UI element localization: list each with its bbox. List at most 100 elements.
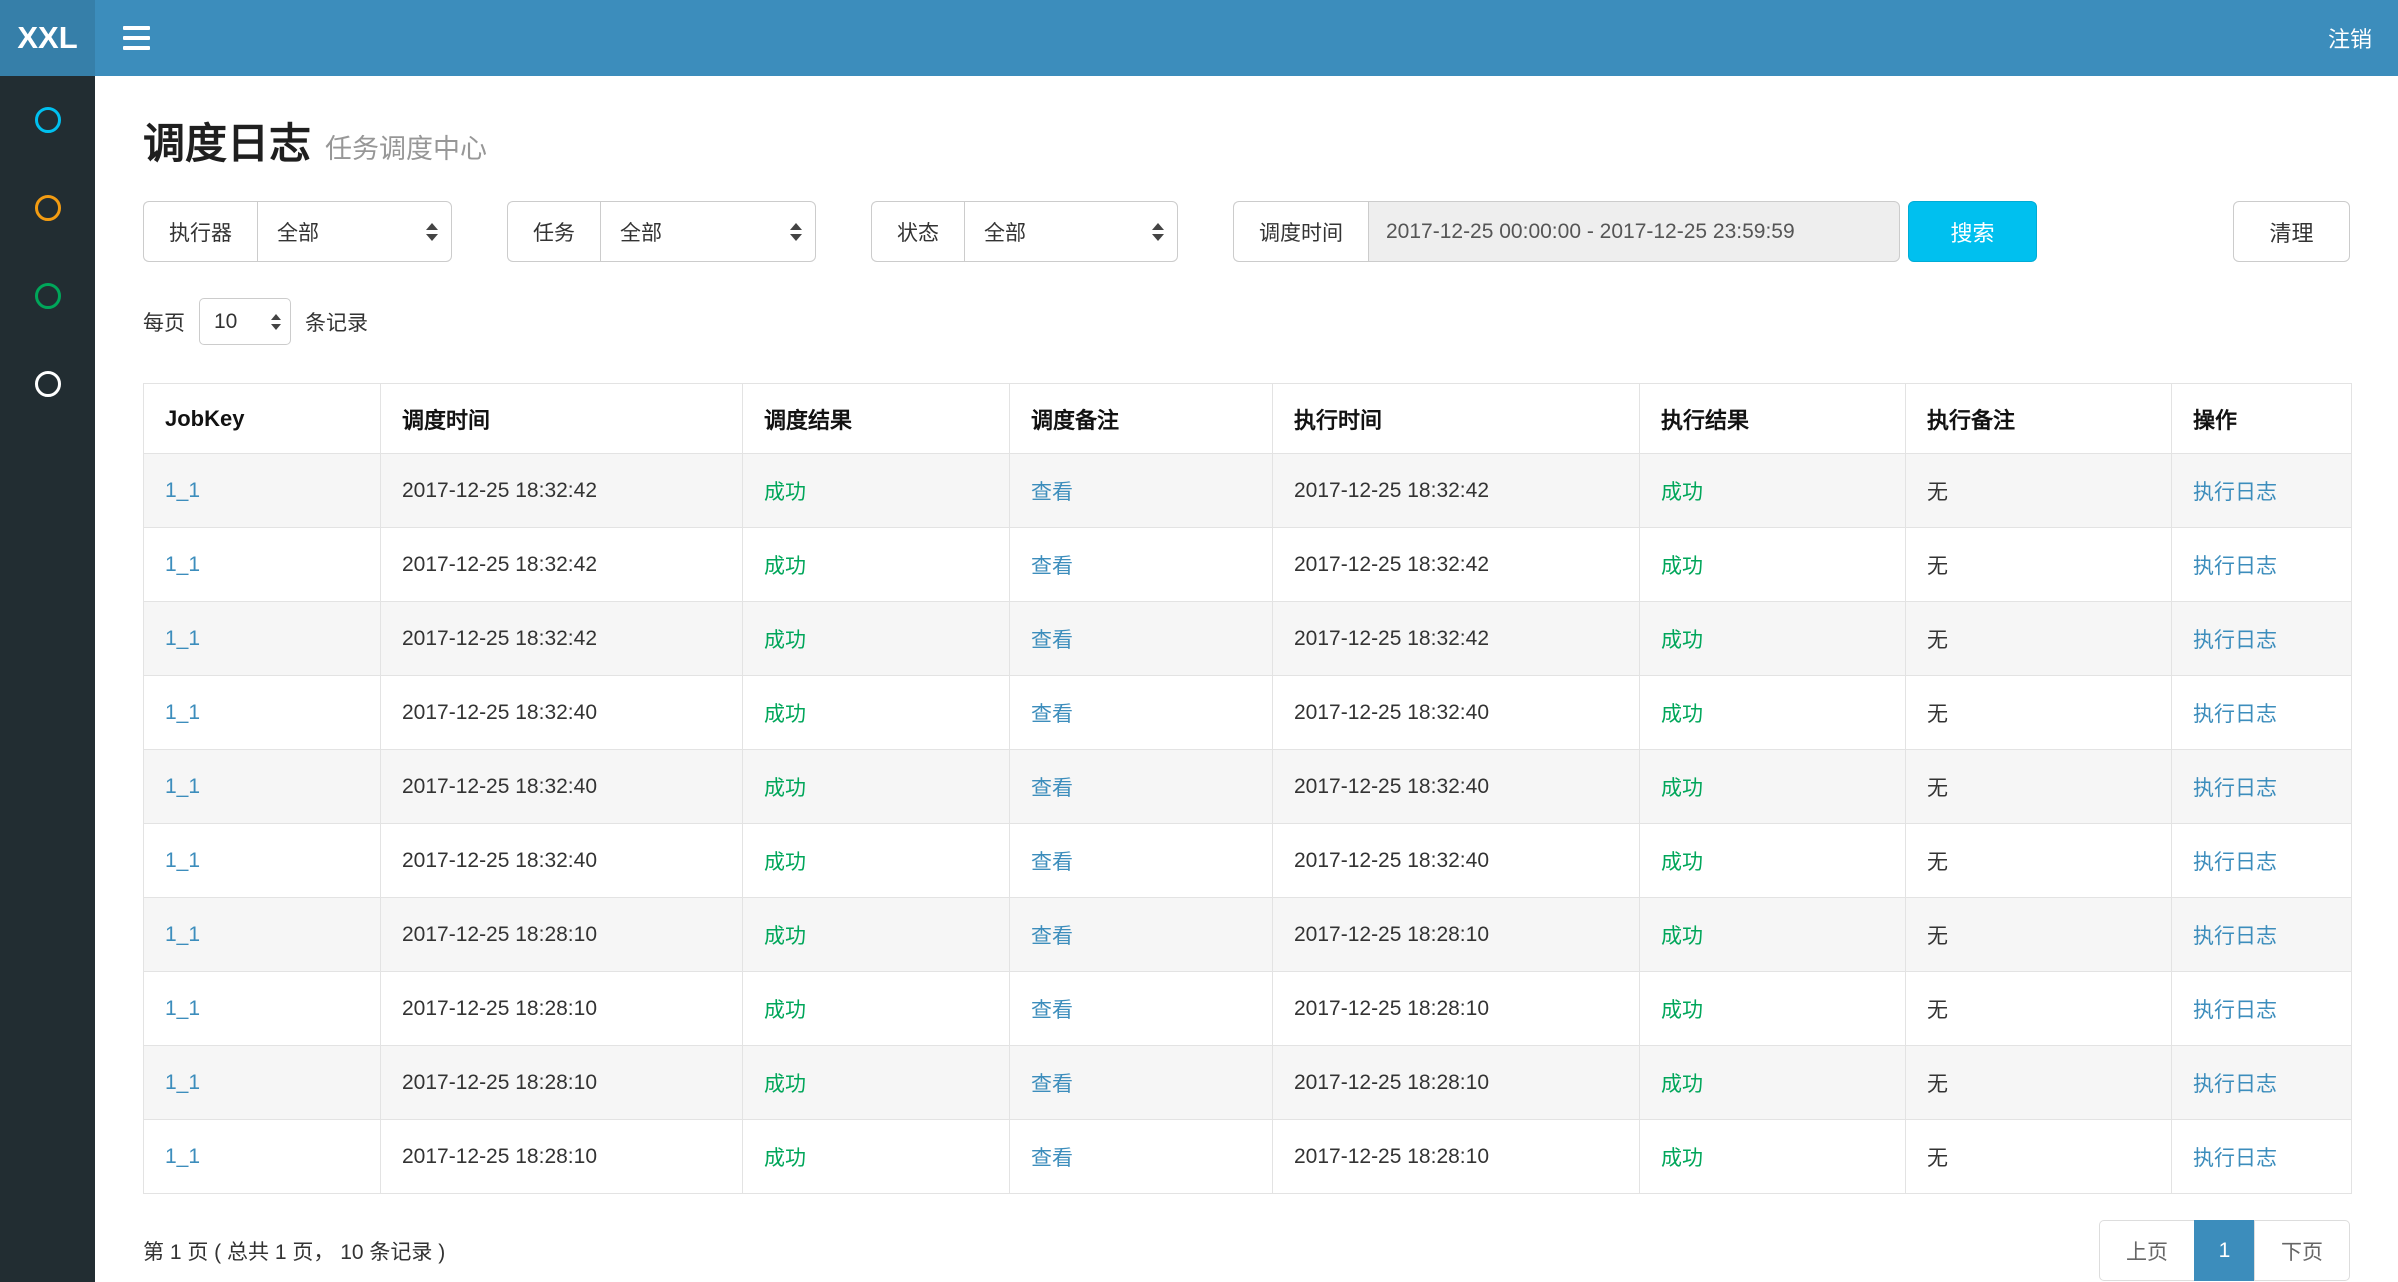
trigger-result-cell: 成功	[743, 824, 1010, 898]
col-header-trigger-msg: 调度备注	[1010, 384, 1273, 454]
page-title-text: 调度日志	[143, 110, 311, 171]
page-size-select[interactable]: 10	[199, 298, 291, 345]
trigger-time-range-input[interactable]: 2017-12-25 00:00:00 - 2017-12-25 23:59:5…	[1368, 201, 1900, 262]
jobkey-link[interactable]: 1_1	[165, 1071, 200, 1094]
exec-log-link[interactable]: 执行日志	[2193, 1073, 2277, 1096]
jobkey-link[interactable]: 1_1	[165, 997, 200, 1020]
col-header-trigger-result: 调度结果	[743, 384, 1010, 454]
exec-log-link[interactable]: 执行日志	[2193, 777, 2277, 800]
search-button[interactable]: 搜索	[1908, 201, 2037, 262]
circle-outline-icon	[35, 195, 61, 221]
trigger-time-cell: 2017-12-25 18:28:10	[381, 972, 743, 1046]
sidebar-menu-item-3[interactable]	[0, 252, 95, 340]
jobkey-link[interactable]: 1_1	[165, 1145, 200, 1168]
trigger-msg-link[interactable]: 查看	[1031, 481, 1073, 504]
handle-result-cell: 成功	[1640, 824, 1906, 898]
executor-filter-group: 执行器 全部	[143, 201, 452, 262]
select-arrows-icon	[426, 223, 438, 241]
trigger-msg-link[interactable]: 查看	[1031, 1147, 1073, 1170]
table-row: 1_12017-12-25 18:28:10成功查看2017-12-25 18:…	[144, 972, 2352, 1046]
filter-bar: 执行器 全部 任务 全部 状态 全部 调度时间 2017-12-25 00:00…	[143, 201, 2350, 262]
trigger-msg-link[interactable]: 查看	[1031, 999, 1073, 1022]
handle-time-cell: 2017-12-25 18:32:42	[1273, 454, 1640, 528]
trigger-result-cell: 成功	[743, 1120, 1010, 1194]
exec-log-link[interactable]: 执行日志	[2193, 851, 2277, 874]
trigger-result-cell: 成功	[743, 972, 1010, 1046]
col-header-handle-msg: 执行备注	[1906, 384, 2172, 454]
table-row: 1_12017-12-25 18:28:10成功查看2017-12-25 18:…	[144, 1046, 2352, 1120]
trigger-time-cell: 2017-12-25 18:32:40	[381, 676, 743, 750]
prev-page-button[interactable]: 上页	[2099, 1220, 2195, 1281]
handle-msg-cell: 无	[1906, 1046, 2172, 1120]
exec-log-link[interactable]: 执行日志	[2193, 481, 2277, 504]
table-header-row: JobKey 调度时间 调度结果 调度备注 执行时间 执行结果 执行备注 操作	[144, 384, 2352, 454]
col-header-handle-result: 执行结果	[1640, 384, 1906, 454]
col-header-trigger-time: 调度时间	[381, 384, 743, 454]
handle-msg-cell: 无	[1906, 972, 2172, 1046]
trigger-msg-link[interactable]: 查看	[1031, 703, 1073, 726]
trigger-msg-link[interactable]: 查看	[1031, 555, 1073, 578]
next-page-button[interactable]: 下页	[2254, 1220, 2350, 1281]
exec-log-link[interactable]: 执行日志	[2193, 999, 2277, 1022]
col-header-action: 操作	[2172, 384, 2352, 454]
executor-select[interactable]: 全部	[257, 201, 452, 262]
page-size-prefix: 每页	[143, 307, 185, 337]
handle-result-cell: 成功	[1640, 454, 1906, 528]
sidebar-toggle-button[interactable]	[95, 0, 177, 76]
trigger-msg-link[interactable]: 查看	[1031, 777, 1073, 800]
handle-msg-cell: 无	[1906, 824, 2172, 898]
handle-result-cell: 成功	[1640, 898, 1906, 972]
jobkey-link[interactable]: 1_1	[165, 923, 200, 946]
page-1-button[interactable]: 1	[2194, 1220, 2255, 1281]
handle-msg-cell: 无	[1906, 750, 2172, 824]
trigger-time-cell: 2017-12-25 18:28:10	[381, 1046, 743, 1120]
handle-time-cell: 2017-12-25 18:32:40	[1273, 750, 1640, 824]
exec-log-link[interactable]: 执行日志	[2193, 925, 2277, 948]
app-logo[interactable]: XXL	[0, 0, 95, 76]
job-select[interactable]: 全部	[600, 201, 816, 262]
handle-result-cell: 成功	[1640, 602, 1906, 676]
exec-log-link[interactable]: 执行日志	[2193, 555, 2277, 578]
handle-time-cell: 2017-12-25 18:32:40	[1273, 676, 1640, 750]
trigger-time-cell: 2017-12-25 18:32:42	[381, 602, 743, 676]
page-size-control: 每页 10 条记录	[143, 298, 2350, 345]
trigger-time-cell: 2017-12-25 18:32:42	[381, 528, 743, 602]
sidebar-menu-item-2[interactable]	[0, 164, 95, 252]
trigger-msg-link[interactable]: 查看	[1031, 629, 1073, 652]
exec-log-link[interactable]: 执行日志	[2193, 703, 2277, 726]
sidebar-menu-item-1[interactable]	[0, 76, 95, 164]
col-header-jobkey: JobKey	[144, 384, 381, 454]
jobkey-link[interactable]: 1_1	[165, 479, 200, 502]
trigger-msg-link[interactable]: 查看	[1031, 925, 1073, 948]
jobkey-link[interactable]: 1_1	[165, 627, 200, 650]
circle-outline-icon	[35, 107, 61, 133]
clear-button[interactable]: 清理	[2233, 201, 2350, 262]
jobkey-link[interactable]: 1_1	[165, 553, 200, 576]
handle-msg-cell: 无	[1906, 676, 2172, 750]
job-filter-group: 任务 全部	[507, 201, 816, 262]
trigger-time-cell: 2017-12-25 18:28:10	[381, 898, 743, 972]
sidebar-menu-item-4[interactable]	[0, 340, 95, 428]
log-table-body: 1_12017-12-25 18:32:42成功查看2017-12-25 18:…	[144, 454, 2352, 1194]
page-subtitle: 任务调度中心	[325, 127, 487, 166]
jobkey-link[interactable]: 1_1	[165, 849, 200, 872]
executor-select-value: 全部	[277, 217, 319, 247]
logout-link[interactable]: 注销	[2302, 0, 2398, 76]
exec-log-link[interactable]: 执行日志	[2193, 1147, 2277, 1170]
content-header: 调度日志 任务调度中心	[143, 110, 2350, 171]
trigger-msg-link[interactable]: 查看	[1031, 1073, 1073, 1096]
pagination-summary: 第 1 页 ( 总共 1 页， 10 条记录 )	[143, 1236, 445, 1266]
exec-log-link[interactable]: 执行日志	[2193, 629, 2277, 652]
jobkey-link[interactable]: 1_1	[165, 701, 200, 724]
table-row: 1_12017-12-25 18:32:42成功查看2017-12-25 18:…	[144, 602, 2352, 676]
status-select[interactable]: 全部	[964, 201, 1178, 262]
jobkey-link[interactable]: 1_1	[165, 775, 200, 798]
main-content: 调度日志 任务调度中心 执行器 全部 任务 全部 状态 全部	[95, 76, 2398, 1282]
status-filter-label: 状态	[871, 201, 964, 262]
pagination: 上页 1 下页	[2099, 1220, 2350, 1281]
handle-result-cell: 成功	[1640, 972, 1906, 1046]
handle-time-cell: 2017-12-25 18:28:10	[1273, 1120, 1640, 1194]
handle-msg-cell: 无	[1906, 602, 2172, 676]
trigger-result-cell: 成功	[743, 676, 1010, 750]
trigger-msg-link[interactable]: 查看	[1031, 851, 1073, 874]
